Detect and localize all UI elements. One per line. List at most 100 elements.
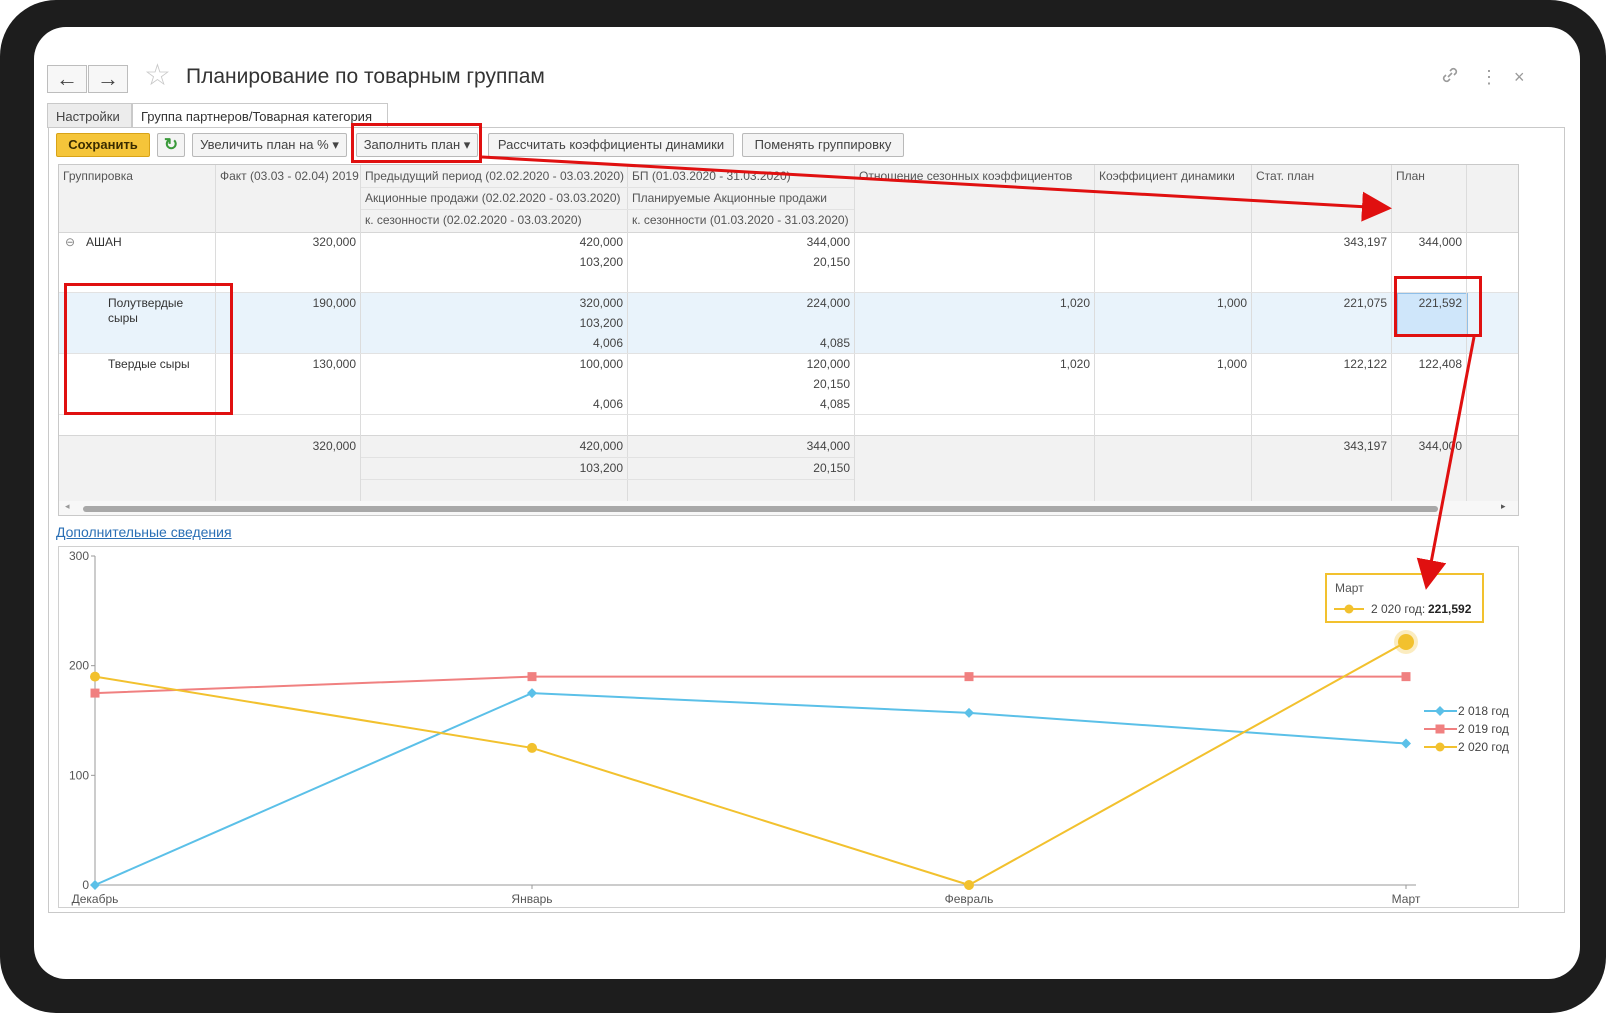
header-bp-seasonality[interactable]: к. сезонности (01.03.2020 - 31.03.2020) [632, 212, 849, 228]
legend-label: 2 019 год [1458, 722, 1509, 736]
prev-value[interactable]: 320,000 [361, 295, 623, 311]
planning-table: Группировка Факт (03.03 - 02.04) 2019 Пр… [58, 164, 1519, 516]
tab-settings[interactable]: Настройки [47, 103, 132, 128]
data-point [527, 742, 537, 753]
header-prev-seasonality[interactable]: к. сезонности (02.02.2020 - 03.03.2020) [365, 212, 582, 228]
data-point [964, 672, 974, 682]
stat-plan-value[interactable]: 221,075 [1252, 295, 1387, 311]
y-tick-label: 200 [69, 659, 89, 673]
prev-promo-value[interactable]: 103,200 [361, 315, 623, 331]
plan-value[interactable]: 344,000 [1392, 234, 1462, 250]
y-tick-label: 300 [69, 549, 89, 563]
dynamics-value[interactable]: 1,000 [1095, 356, 1247, 372]
stat-plan-value[interactable]: 122,122 [1252, 356, 1387, 372]
header-prev-period[interactable]: Предыдущий период (02.02.2020 - 03.03.20… [365, 168, 624, 184]
tooltip-marker [1344, 604, 1354, 614]
change-grouping-button[interactable]: Поменять группировку [742, 133, 904, 157]
stat-plan-value[interactable]: 343,197 [1252, 234, 1387, 250]
bp-seasonality-value[interactable]: 4,085 [628, 396, 850, 412]
forward-button[interactable]: → [88, 65, 128, 93]
total-stat-plan: 343,197 [1343, 439, 1387, 453]
prev-value[interactable]: 100,000 [361, 356, 623, 372]
seasonal-ratio-value[interactable]: 1,020 [855, 356, 1090, 372]
header-stat-plan[interactable]: Стат. план [1256, 168, 1314, 184]
fact-value[interactable]: 130,000 [216, 356, 356, 372]
bp-promo-value[interactable]: 20,150 [628, 376, 850, 392]
legend-marker [1435, 706, 1445, 716]
data-point [527, 672, 537, 682]
dropdown-caret-icon: ▾ [332, 137, 339, 152]
fact-value[interactable]: 320,000 [216, 234, 356, 250]
tooltip-value: 221,592 [1428, 602, 1472, 616]
x-tick-label: Январь [511, 892, 552, 906]
header-group[interactable]: Группировка [63, 168, 133, 184]
row-name[interactable]: АШАН [86, 234, 122, 250]
scroll-right-icon[interactable]: ▸ [1501, 501, 1506, 512]
prev-value[interactable]: 420,000 [361, 234, 623, 250]
series-line [94, 692, 1407, 886]
page-title: Планирование по товарным группам [186, 65, 545, 88]
header-plan[interactable]: План [1396, 168, 1425, 184]
prev-promo-value[interactable]: 103,200 [361, 254, 623, 270]
total-bp-promo: 20,150 [813, 461, 850, 475]
y-tick-label: 100 [69, 768, 89, 782]
data-point [964, 880, 974, 890]
header-fact[interactable]: Факт (03.03 - 02.04) 2019 [220, 168, 359, 184]
refresh-button[interactable]: ↻ [157, 133, 185, 157]
fact-value[interactable]: 190,000 [216, 295, 356, 311]
calc-dynamics-button[interactable]: Рассчитать коэффициенты динамики [488, 133, 734, 157]
total-prev: 420,000 [579, 439, 623, 453]
series-line [94, 675, 1406, 695]
tooltip-title: Март [1335, 581, 1364, 595]
horizontal-scrollbar[interactable]: ◂ ▸ [59, 501, 1518, 515]
prev-seasonality-value[interactable]: 4,006 [361, 335, 623, 351]
highlight-fill-plan [351, 123, 482, 163]
scroll-left-icon[interactable]: ◂ [65, 501, 70, 512]
increase-plan-dropdown[interactable]: Увеличить план на % ▾ [192, 133, 347, 157]
header-dynamics[interactable]: Коэффициент динамики [1099, 168, 1235, 184]
data-point [964, 707, 974, 718]
favorite-star-icon[interactable]: ☆ [144, 61, 171, 91]
plan-value[interactable]: 122,408 [1392, 356, 1462, 372]
y-tick-label: 0 [82, 878, 89, 892]
total-prev-promo: 103,200 [579, 461, 623, 475]
bp-seasonality-value[interactable]: 4,085 [628, 335, 850, 351]
legend-marker [1435, 724, 1445, 734]
tab-partner-group[interactable]: Группа партнеров/Товарная категория [132, 103, 388, 128]
x-tick-label: Март [1392, 892, 1421, 906]
total-bp: 344,000 [806, 439, 850, 453]
header-bp[interactable]: БП (01.03.2020 - 31.03.2020) [632, 168, 791, 184]
x-tick-label: Февраль [945, 892, 994, 906]
data-point [1401, 672, 1411, 682]
collapse-icon[interactable]: ⊖ [65, 234, 75, 250]
bp-promo-value[interactable]: 20,150 [628, 254, 850, 270]
arrow-left-icon: ← [56, 66, 78, 91]
series-line [94, 641, 1407, 887]
data-point [90, 688, 100, 698]
header-seasonal-ratio[interactable]: Отношение сезонных коэффициентов [859, 168, 1072, 184]
total-fact: 320,000 [312, 439, 356, 453]
scroll-thumb[interactable] [83, 506, 1438, 512]
bp-value[interactable]: 344,000 [628, 234, 850, 250]
chart-svg: 0 100 200 300 Декабрь Январь Февраль Март 2 018 … [69, 549, 1509, 906]
arrow-right-icon: → [97, 66, 119, 91]
header-prev-promo[interactable]: Акционные продажи (02.02.2020 - 03.03.20… [365, 190, 621, 206]
save-button[interactable]: Сохранить [56, 133, 150, 157]
sales-chart: 0 100 200 300 Декабрь Январь Февраль Март 2 018 … [58, 546, 1519, 908]
header-planned-promo[interactable]: Планируемые Акционные продажи [632, 190, 827, 206]
link-icon[interactable] [1440, 65, 1460, 91]
total-plan: 344,000 [1418, 439, 1462, 453]
additional-info-link[interactable]: Дополнительные сведения [56, 524, 232, 540]
more-options-icon[interactable]: ⋮ [1480, 65, 1498, 89]
seasonal-ratio-value[interactable]: 1,020 [855, 295, 1090, 311]
data-point [527, 688, 537, 699]
back-button[interactable]: ← [47, 65, 87, 93]
prev-seasonality-value[interactable]: 4,006 [361, 396, 623, 412]
legend-marker [1435, 742, 1445, 752]
close-icon[interactable]: × [1514, 65, 1525, 89]
highlight-plan-cell [1394, 276, 1482, 337]
bp-value[interactable]: 224,000 [628, 295, 850, 311]
bp-value[interactable]: 120,000 [628, 356, 850, 372]
dynamics-value[interactable]: 1,000 [1095, 295, 1247, 311]
highlight-product-groups [64, 283, 233, 415]
